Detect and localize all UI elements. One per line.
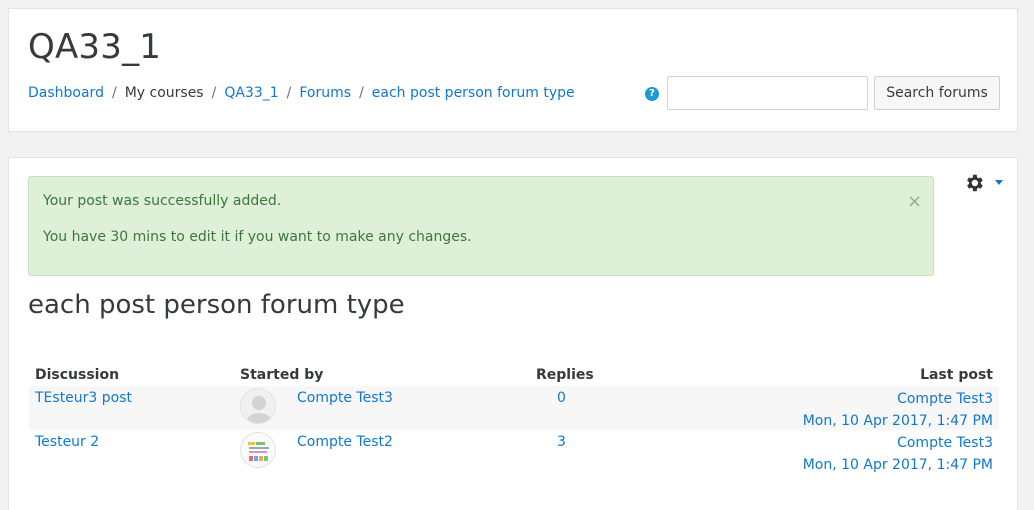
table-row: Testeur 2 Compte Test2 3 Compte Test3 Mo…	[29, 430, 999, 474]
question-circle-icon[interactable]: ?	[645, 87, 659, 101]
gear-icon[interactable]	[963, 172, 985, 194]
page-title: QA33_1	[28, 27, 162, 67]
column-last-post: Last post	[920, 367, 993, 383]
author-link[interactable]: Compte Test2	[297, 434, 393, 450]
breadcrumb-separator: /	[111, 85, 117, 101]
replies-link[interactable]: 3	[557, 434, 566, 450]
table-header: Discussion Started by Replies Last post	[29, 364, 999, 386]
breadcrumb-separator: /	[211, 85, 217, 101]
avatar[interactable]	[240, 432, 276, 468]
default-user-avatar-icon	[241, 389, 275, 423]
alert-detail: You have 30 mins to edit it if you want …	[43, 229, 472, 245]
replies-link[interactable]: 0	[557, 390, 566, 406]
last-post-author-link[interactable]: Compte Test3	[803, 432, 993, 454]
author-link[interactable]: Compte Test3	[297, 390, 393, 406]
discussion-link[interactable]: Testeur 2	[35, 434, 99, 450]
last-post-date-link[interactable]: Mon, 10 Apr 2017, 1:47 PM	[803, 454, 993, 476]
breadcrumb-forums[interactable]: Forums	[299, 85, 351, 101]
breadcrumb-separator: /	[359, 85, 364, 101]
breadcrumb-separator: /	[286, 85, 292, 101]
avatar[interactable]	[240, 388, 276, 424]
last-post: Compte Test3 Mon, 10 Apr 2017, 1:47 PM	[803, 432, 993, 476]
success-alert: Your post was successfully added. You ha…	[28, 176, 934, 276]
breadcrumb-dashboard[interactable]: Dashboard	[28, 85, 104, 101]
discussion-link[interactable]: TEsteur3 post	[35, 390, 132, 406]
search-input[interactable]	[667, 76, 868, 110]
picture-avatar-icon	[241, 433, 275, 467]
table-row: TEsteur3 post Compte Test3 0 Compte Test…	[29, 386, 999, 430]
column-replies: Replies	[536, 367, 594, 383]
breadcrumb-course[interactable]: QA33_1	[224, 85, 278, 101]
discussion-table: Discussion Started by Replies Last post …	[29, 364, 999, 474]
search-forums-button[interactable]: Search forums	[874, 76, 1000, 110]
main-content: Your post was successfully added. You ha…	[8, 157, 1018, 510]
close-icon[interactable]: ×	[907, 191, 922, 212]
chevron-down-icon[interactable]	[995, 180, 1003, 185]
page-header: QA33_1 Dashboard / My courses / QA33_1 /…	[8, 8, 1018, 132]
forum-title: each post person forum type	[28, 290, 405, 320]
column-started-by: Started by	[240, 367, 324, 383]
breadcrumb: Dashboard / My courses / QA33_1 / Forums…	[28, 85, 575, 101]
last-post-date-link[interactable]: Mon, 10 Apr 2017, 1:47 PM	[803, 410, 993, 432]
last-post: Compte Test3 Mon, 10 Apr 2017, 1:47 PM	[803, 388, 993, 432]
last-post-author-link[interactable]: Compte Test3	[803, 388, 993, 410]
breadcrumb-forum[interactable]: each post person forum type	[372, 85, 575, 101]
alert-message: Your post was successfully added.	[43, 193, 282, 209]
column-discussion: Discussion	[35, 367, 120, 383]
breadcrumb-my-courses: My courses	[124, 85, 204, 101]
